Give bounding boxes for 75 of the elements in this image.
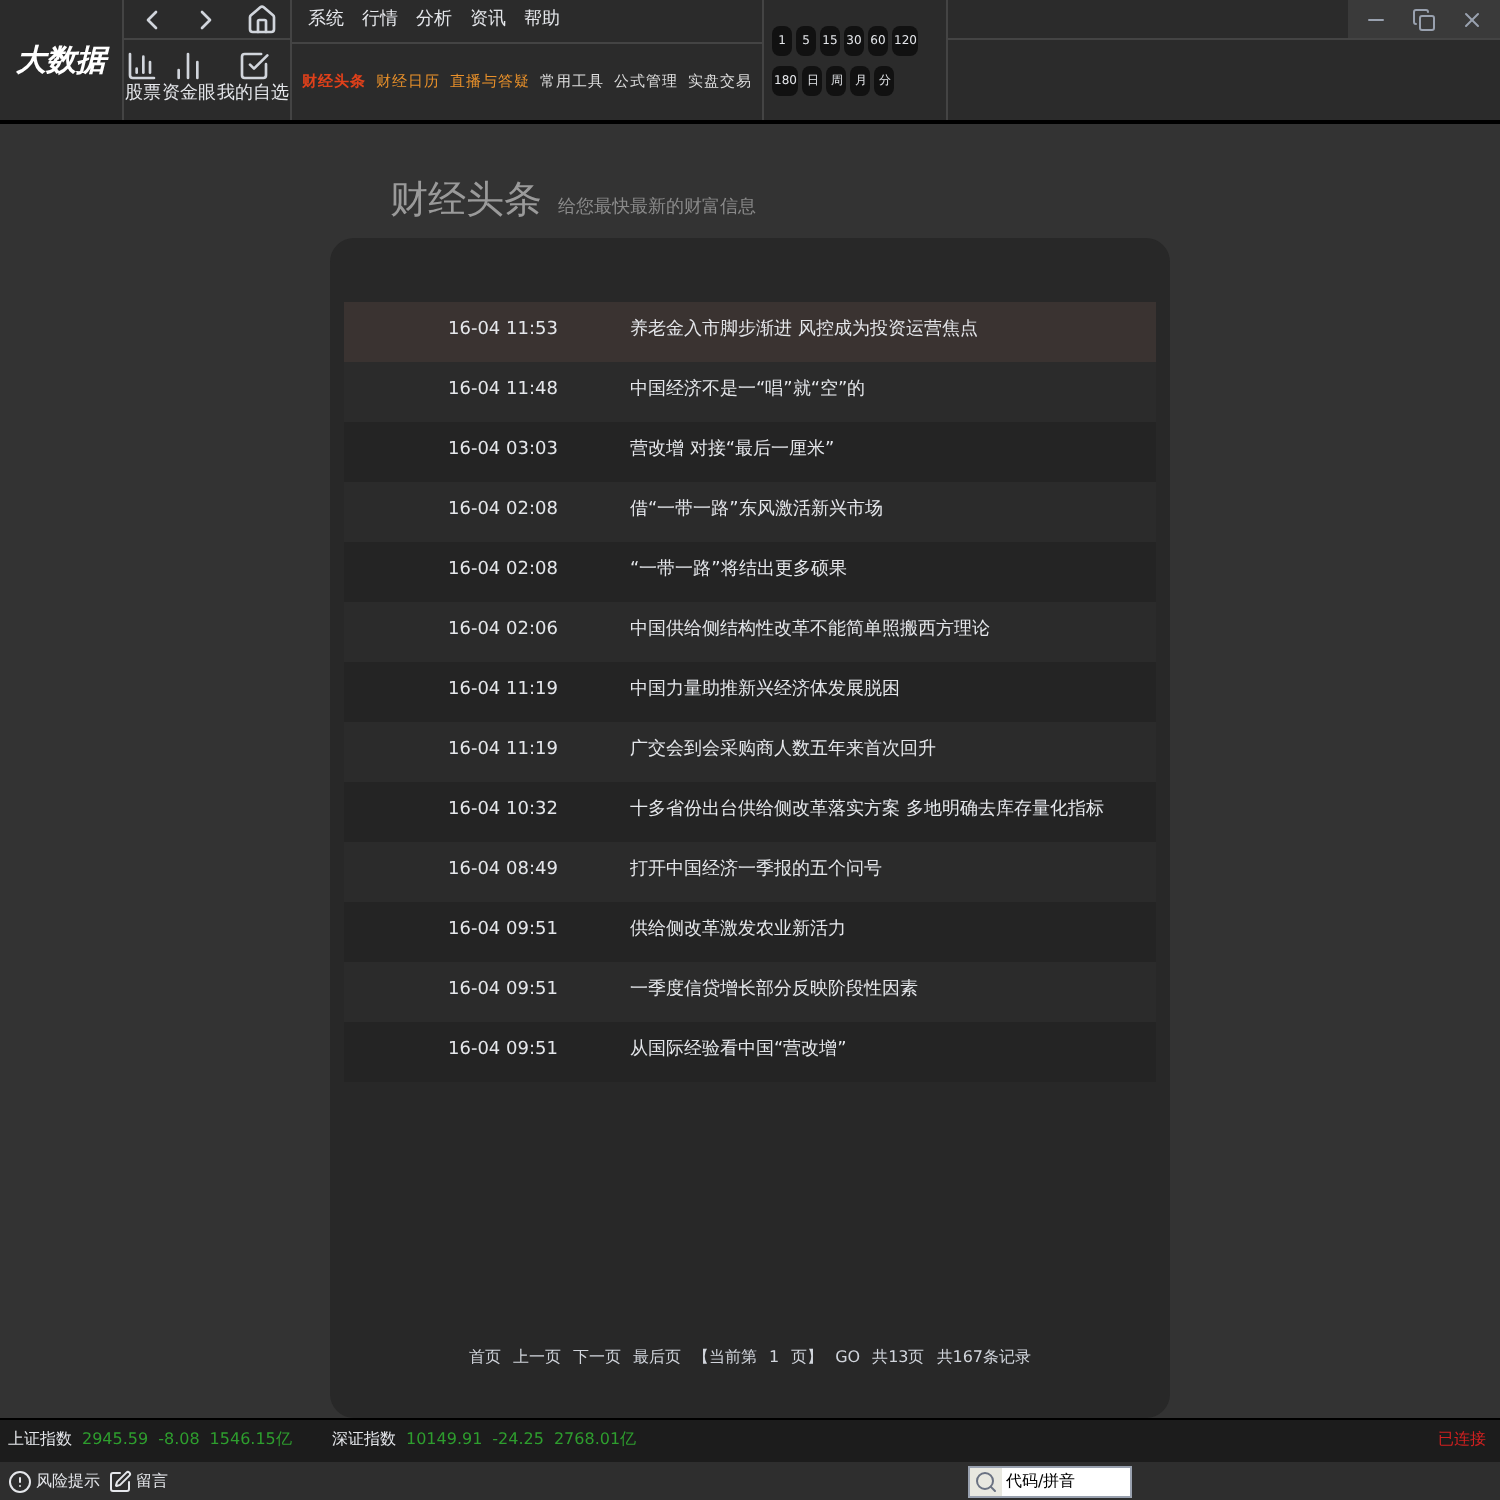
- news-headline[interactable]: 供给侧改革激发农业新活力: [630, 917, 846, 945]
- news-time: 16-04 11:19: [446, 737, 560, 764]
- news-headline[interactable]: 打开中国经济一季报的五个问号: [630, 857, 882, 885]
- edit-icon: [108, 1469, 132, 1493]
- bar-chart-icon: [126, 50, 159, 83]
- news-headline[interactable]: 从国际经验看中国“营改增”: [630, 1037, 847, 1065]
- news-time: 16-04 11:53: [446, 317, 560, 344]
- index-volume: 1546.15亿: [209, 1428, 292, 1452]
- news-row[interactable]: 16-04 03:03 营改增 对接“最后一厘米”: [344, 421, 1156, 481]
- total-pages: 共13页: [872, 1345, 925, 1369]
- menu-item[interactable]: 分析: [416, 7, 452, 35]
- news-headline[interactable]: 一季度信贷增长部分反映阶段性因素: [630, 977, 918, 1005]
- index-name: 上证指数: [8, 1428, 72, 1452]
- news-time: 16-04 02:06: [446, 617, 560, 644]
- menu-item[interactable]: 帮助: [524, 7, 560, 35]
- close-icon: [1460, 7, 1484, 31]
- bottom-link[interactable]: 留言: [136, 1469, 168, 1493]
- news-time: 16-04 02:08: [446, 497, 560, 524]
- news-headline[interactable]: 养老金入市脚步渐进 风控成为投资运营焦点: [630, 317, 978, 345]
- restore-button[interactable]: [1412, 7, 1436, 31]
- go-button[interactable]: GO: [835, 1345, 861, 1369]
- last-page-link[interactable]: 最后页: [632, 1345, 681, 1369]
- news-time: 16-04 09:51: [446, 917, 560, 944]
- news-headline[interactable]: 借“一带一路”东风激活新兴市场: [630, 497, 883, 525]
- page-number-field[interactable]: 1: [768, 1345, 780, 1369]
- news-row[interactable]: 16-04 02:08 “一带一路”将结出更多硕果: [344, 541, 1156, 601]
- news-headline[interactable]: 营改增 对接“最后一厘米”: [630, 437, 835, 465]
- page-title: 财经头条: [390, 176, 542, 226]
- news-time: 16-04 09:51: [446, 1037, 560, 1064]
- news-row[interactable]: 16-04 09:51 从国际经验看中国“营改增”: [344, 1021, 1156, 1081]
- news-time: 16-04 02:08: [446, 557, 560, 584]
- index-name: 深证指数: [332, 1428, 396, 1452]
- prev-page-link[interactable]: 上一页: [512, 1345, 561, 1369]
- news-time: 16-04 10:32: [446, 797, 560, 824]
- home-icon[interactable]: [246, 3, 279, 35]
- index-value: 2945.59: [82, 1428, 149, 1452]
- shortcut-link[interactable]: 我的自选: [217, 82, 290, 110]
- menu-item[interactable]: 资讯: [470, 7, 506, 35]
- news-headline[interactable]: 中国力量助推新兴经济体发展脱困: [630, 677, 900, 705]
- shortcut-link[interactable]: 股票: [124, 82, 161, 110]
- news-row[interactable]: 16-04 11:19 中国力量助推新兴经济体发展脱困: [344, 661, 1156, 721]
- news-row[interactable]: 16-04 10:32 十多省份出台供给侧改革落实方案 多地明确去库存量化指标: [344, 781, 1156, 841]
- bottom-link[interactable]: 风险提示: [36, 1469, 100, 1493]
- restore-icon: [1412, 7, 1436, 31]
- page-subtitle: 给您最快最新的财富信息: [558, 196, 756, 222]
- news-headline[interactable]: 广交会到会采购商人数五年来首次回升: [630, 737, 936, 765]
- total-records: 共167条记录: [936, 1345, 1032, 1369]
- news-row[interactable]: 16-04 11:53 养老金入市脚步渐进 风控成为投资运营焦点: [344, 301, 1156, 361]
- connection-status: 已连接: [1438, 1428, 1488, 1452]
- warning-icon: [8, 1469, 32, 1493]
- current-page-label: 页】: [791, 1345, 824, 1369]
- menu-item[interactable]: 系统: [308, 7, 344, 35]
- first-page-link[interactable]: 首页: [468, 1345, 501, 1369]
- close-button[interactable]: [1460, 7, 1484, 31]
- news-time: 16-04 11:19: [446, 677, 560, 704]
- news-time: 16-04 03:03: [446, 437, 560, 464]
- news-time: 16-04 08:49: [446, 857, 560, 884]
- shortcut-link[interactable]: 资金眼: [161, 82, 216, 110]
- menu-item[interactable]: 行情: [362, 7, 398, 35]
- news-time: 16-04 09:51: [446, 977, 560, 1004]
- news-headline[interactable]: 中国供给侧结构性改革不能简单照搬西方理论: [630, 617, 990, 645]
- current-page-label: 【当前第: [692, 1345, 757, 1369]
- bar-chart-icon: [172, 50, 205, 83]
- index-change: -24.25: [492, 1428, 544, 1452]
- index-value: 10149.91: [406, 1428, 483, 1452]
- index-change: -8.08: [158, 1428, 200, 1452]
- check-icon: [237, 50, 270, 83]
- news-headline[interactable]: 十多省份出台供给侧改革落实方案 多地明确去库存量化指标: [630, 797, 1104, 825]
- news-headline[interactable]: “一带一路”将结出更多硕果: [630, 557, 847, 585]
- next-page-link[interactable]: 下一页: [572, 1345, 621, 1369]
- news-headline[interactable]: 中国经济不是一“唱”就“空”的: [630, 377, 866, 405]
- index-volume: 2768.01亿: [553, 1428, 637, 1452]
- news-time: 16-04 11:48: [446, 377, 560, 404]
- news-row[interactable]: 16-04 09:51 供给侧改革激发农业新活力: [344, 901, 1156, 961]
- logo: 大数据: [16, 39, 106, 82]
